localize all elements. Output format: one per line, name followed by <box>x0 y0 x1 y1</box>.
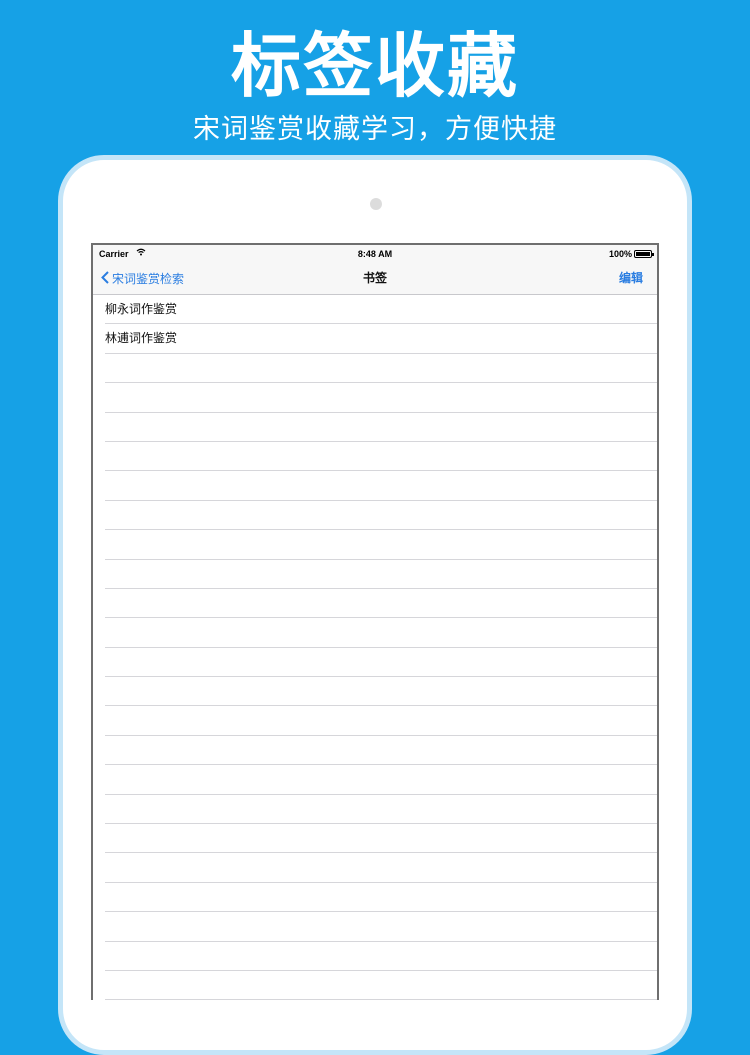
empty-row <box>105 442 657 472</box>
list-item[interactable]: 林逋词作鉴赏 <box>105 324 657 354</box>
empty-row <box>105 383 657 413</box>
battery-icon <box>634 250 654 258</box>
empty-row <box>105 971 657 1000</box>
empty-row <box>105 618 657 648</box>
empty-row <box>105 912 657 942</box>
empty-row <box>105 530 657 560</box>
battery-percent: 100% <box>608 249 632 259</box>
page-title: 书签 <box>362 271 387 285</box>
empty-row <box>105 413 657 442</box>
navigation-bar: 宋词鉴赏检索 书签 编辑 <box>93 263 657 295</box>
camera-dot <box>370 198 382 210</box>
list-item[interactable]: 柳永词作鉴赏 <box>105 295 657 325</box>
empty-row <box>105 501 657 531</box>
empty-row <box>105 824 657 854</box>
empty-row <box>105 795 657 825</box>
bookmark-list: 柳永词作鉴赏 林逋词作鉴赏 <box>93 295 657 1000</box>
empty-row <box>105 853 657 883</box>
promo-subline: 宋词鉴赏收藏学习，方便快捷 <box>193 114 557 145</box>
empty-row <box>105 354 657 384</box>
empty-row <box>105 677 657 707</box>
status-time: 8:48 AM <box>357 249 393 259</box>
app-screen: Carrier 8:48 AM 100% 宋词鉴赏检索 书签 编辑 柳永词作鉴赏… <box>91 243 659 1000</box>
empty-row <box>105 560 657 589</box>
empty-row <box>105 706 657 736</box>
empty-row <box>105 471 657 501</box>
edit-button[interactable]: 编辑 <box>619 263 643 294</box>
empty-row <box>105 765 657 795</box>
empty-row <box>105 589 657 619</box>
empty-row <box>105 736 657 766</box>
promo-headline: 标签收藏 <box>231 24 519 107</box>
empty-row <box>105 648 657 678</box>
empty-row <box>105 942 657 971</box>
status-bar: Carrier 8:48 AM 100% <box>93 245 657 263</box>
empty-row <box>105 883 657 913</box>
